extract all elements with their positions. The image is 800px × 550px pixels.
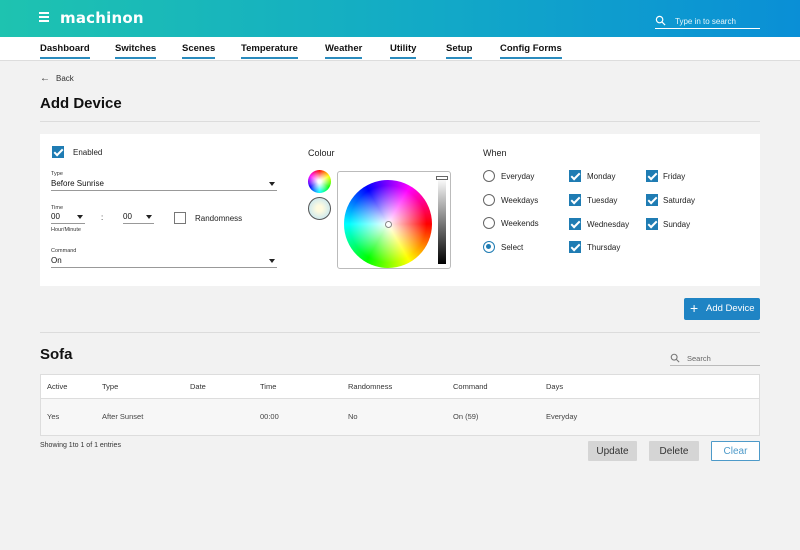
day-label-wednesday: Wednesday [587,220,630,229]
day-label-thursday: Thursday [587,243,621,252]
radio-everyday-label: Everyday [501,172,535,181]
brightness-slider-handle[interactable] [436,176,448,180]
day-label-sunday: Sunday [663,220,691,229]
randomness-label: Randomness [195,214,243,223]
white-mode-swatch[interactable] [308,197,331,220]
radio-everyday[interactable] [483,170,495,182]
brightness-slider[interactable] [436,176,448,264]
add-device-button-label: Add Device [706,303,755,314]
colour-wheel-handle[interactable] [385,221,392,228]
column-header-command[interactable]: Command [453,382,488,391]
top-header: machinon [0,0,800,37]
day-checkbox-thursday[interactable] [569,241,581,253]
cell-randomness: No [348,412,358,421]
day-checkbox-wednesday[interactable] [569,218,581,230]
entries-info: Showing 1to 1 of 1 entries [40,442,121,449]
tab-config-forms[interactable]: Config Forms [500,43,562,59]
day-label-tuesday: Tuesday [587,196,618,205]
type-value: Before Sunrise [51,179,104,188]
chevron-down-icon [269,259,275,263]
cell-days: Everyday [546,412,578,421]
column-header-type[interactable]: Type [102,382,118,391]
colour-wheel[interactable] [344,180,432,268]
column-header-time[interactable]: Time [260,382,276,391]
add-device-form: Enabled Type Before Sunrise Time 00 : 00… [40,134,760,286]
brand-logo[interactable]: machinon [60,9,144,27]
radio-weekdays[interactable] [483,194,495,206]
table-search-input[interactable] [687,352,759,365]
day-checkbox-saturday[interactable] [646,194,658,206]
cell-time: 00:00 [260,412,279,421]
radio-select-label: Select [501,243,524,252]
day-checkbox-monday[interactable] [569,170,581,182]
back-label: Back [56,74,74,83]
radio-weekdays-label: Weekdays [501,196,539,205]
tab-switches[interactable]: Switches [115,43,157,59]
plus-icon: + [690,300,699,316]
hour-value: 00 [51,212,60,221]
command-select[interactable]: On [51,254,277,268]
search-icon [655,15,666,26]
chevron-down-icon [146,215,152,219]
add-device-button[interactable]: + Add Device [684,298,760,320]
hamburger-menu-icon[interactable] [39,12,49,22]
chevron-down-icon [269,182,275,186]
header-search-input[interactable] [675,14,760,28]
header-search [655,14,760,29]
clear-button[interactable]: Clear [711,441,760,461]
tab-scenes[interactable]: Scenes [182,43,216,59]
search-icon [670,353,680,363]
tab-temperature[interactable]: Temperature [241,43,298,59]
devices-table: Active Type Date Time Randomness Command… [40,374,760,436]
minute-value: 00 [123,212,132,221]
day-checkbox-tuesday[interactable] [569,194,581,206]
time-hint: Hour/Minute [51,227,81,233]
cell-active: Yes [47,412,60,421]
when-label: When [483,148,507,158]
column-header-days[interactable]: Days [546,382,563,391]
divider [40,332,760,333]
chevron-down-icon [77,215,83,219]
hour-select[interactable]: 00 [51,210,85,224]
day-checkbox-sunday[interactable] [646,218,658,230]
day-checkbox-friday[interactable] [646,170,658,182]
radio-weekends[interactable] [483,217,495,229]
page-title: Add Device [40,95,122,112]
day-label-saturday: Saturday [663,196,696,205]
minute-select[interactable]: 00 [123,210,154,224]
arrow-left-icon: ← [40,73,50,84]
tab-setup[interactable]: Setup [446,43,473,59]
day-label-monday: Monday [587,172,616,181]
tab-utility[interactable]: Utility [390,43,417,59]
randomness-checkbox[interactable] [174,212,186,224]
cell-command: On (59) [453,412,479,421]
radio-weekends-label: Weekends [501,219,539,228]
colour-label: Colour [308,148,335,158]
day-label-friday: Friday [663,172,686,181]
enabled-checkbox[interactable] [52,146,64,158]
table-header: Active Type Date Time Randomness Command… [41,375,759,399]
device-section-title: Sofa [40,346,73,363]
column-header-date[interactable]: Date [190,382,206,391]
enabled-label: Enabled [73,148,103,157]
delete-button[interactable]: Delete [649,441,699,461]
column-header-randomness[interactable]: Randomness [348,382,392,391]
rgb-mode-swatch[interactable] [308,170,331,193]
radio-select[interactable] [483,241,495,253]
main-nav: Dashboard Switches Scenes Temperature We… [0,37,800,61]
column-header-active[interactable]: Active [47,382,67,391]
table-search [670,352,760,366]
cell-type: After Sunset [102,412,144,421]
divider [40,121,760,122]
tab-dashboard[interactable]: Dashboard [40,43,90,59]
colour-picker [337,171,451,269]
table-row[interactable]: Yes After Sunset 00:00 No On (59) Everyd… [41,399,759,435]
back-link[interactable]: ← Back [40,73,74,84]
command-value: On [51,256,62,265]
time-separator: : [101,213,104,222]
type-select[interactable]: Before Sunrise [51,177,277,191]
update-button[interactable]: Update [588,441,637,461]
tab-weather[interactable]: Weather [325,43,363,59]
